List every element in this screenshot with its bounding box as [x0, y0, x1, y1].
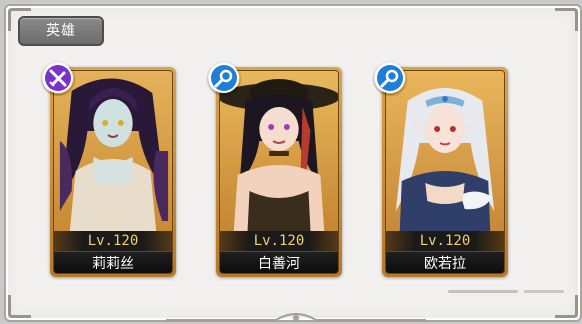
hero-name: 莉莉丝 [54, 251, 172, 273]
hero-portrait [220, 71, 338, 231]
hero-name: 白善河 [220, 251, 338, 273]
hero-card[interactable]: Lv.120 欧若拉 [382, 67, 508, 277]
bottom-ornament [166, 312, 426, 321]
frame-corner-ornament [8, 295, 31, 318]
magnifier-class-icon [208, 62, 240, 94]
hero-level: Lv.120 [54, 231, 172, 251]
panel-title-tab: 英雄 [18, 16, 104, 46]
hero-name: 欧若拉 [386, 251, 504, 273]
hero-card-inner: Lv.120 白善河 [219, 70, 339, 274]
frame-corner-ornament [555, 8, 578, 31]
hero-card[interactable]: Lv.120 白善河 [216, 67, 342, 277]
hero-level: Lv.120 [220, 231, 338, 251]
hero-card-inner: Lv.120 欧若拉 [385, 70, 505, 274]
hero-level: Lv.120 [386, 231, 504, 251]
hero-portrait [54, 71, 172, 231]
melee-class-icon [42, 62, 74, 94]
magnifier-class-icon [374, 62, 406, 94]
hero-card[interactable]: Lv.120 莉莉丝 [50, 67, 176, 277]
hero-portrait [386, 71, 504, 231]
watermark-logo [448, 290, 564, 293]
hero-card-inner: Lv.120 莉莉丝 [53, 70, 173, 274]
